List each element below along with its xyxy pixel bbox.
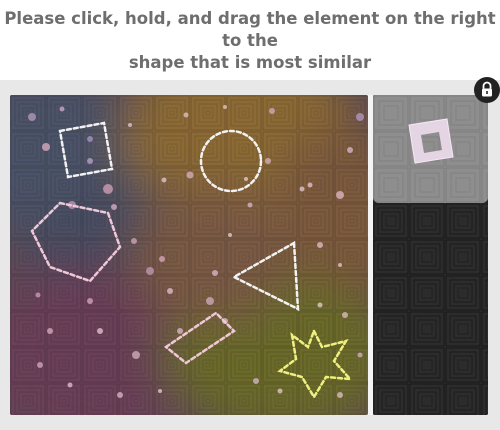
draggable-piece[interactable] [373, 95, 488, 203]
instruction-line-2: shape that is most similar [128, 53, 372, 72]
square-frame-piece [373, 95, 488, 203]
lock-glyph [482, 81, 492, 97]
instruction-text: Please click, hold, and drag the element… [0, 8, 500, 74]
lock-icon [474, 77, 500, 103]
puzzle-background [10, 95, 368, 415]
puzzle-canvas[interactable] [10, 95, 368, 415]
instruction-line-1: Please click, hold, and drag the element… [4, 9, 496, 50]
piece-panel [373, 95, 488, 415]
